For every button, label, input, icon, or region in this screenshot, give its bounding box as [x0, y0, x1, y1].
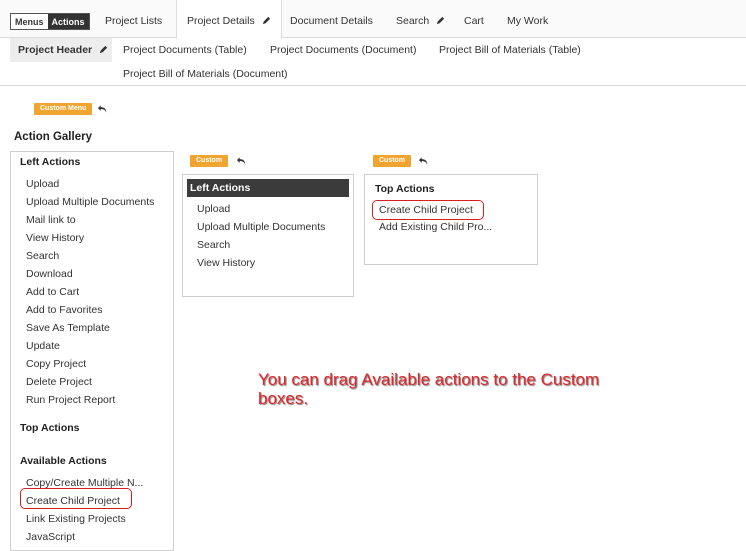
- gallery-left-action-item[interactable]: Run Project Report: [26, 394, 115, 406]
- custom-left-action-item[interactable]: Upload Multiple Documents: [197, 221, 325, 233]
- gallery-left-action-item[interactable]: Delete Project: [26, 376, 92, 388]
- available-action-item[interactable]: Link Existing Projects: [26, 513, 126, 525]
- action-gallery-title: Action Gallery: [14, 131, 92, 143]
- subnav-item-project-documents-table[interactable]: Project Documents (Table): [123, 44, 247, 56]
- gallery-left-action-item[interactable]: View History: [26, 232, 84, 244]
- gallery-left-action-item[interactable]: Add to Cart: [26, 286, 79, 298]
- gallery-left-action-item[interactable]: Upload: [26, 178, 59, 190]
- gallery-top-actions-heading: Top Actions: [20, 422, 80, 434]
- actions-toggle-option[interactable]: Actions: [47, 14, 89, 29]
- gallery-left-action-item[interactable]: Download: [26, 268, 73, 280]
- available-action-item[interactable]: JavaScript: [26, 531, 75, 543]
- subnav-item-project-bom-document[interactable]: Project Bill of Materials (Document): [123, 68, 288, 80]
- highlight-outline: [20, 488, 132, 509]
- custom-left-action-item[interactable]: Search: [197, 239, 230, 251]
- custom-left-actions-title: Left Actions: [187, 179, 349, 197]
- tab-search[interactable]: Search: [396, 0, 445, 38]
- gallery-left-action-item[interactable]: Save As Template: [26, 322, 110, 334]
- gallery-left-action-item[interactable]: Mail link to: [26, 214, 76, 226]
- gallery-available-actions-heading: Available Actions: [20, 455, 107, 467]
- tab-document-details[interactable]: Document Details: [290, 0, 373, 38]
- subnav-item-project-header[interactable]: Project Header: [10, 38, 112, 62]
- highlight-outline: [372, 200, 484, 220]
- pencil-icon[interactable]: [262, 16, 271, 25]
- custom-left-actions-box[interactable]: Left Actions Upload Upload Multiple Docu…: [182, 174, 354, 297]
- gallery-left-action-item[interactable]: Add to Favorites: [26, 304, 102, 316]
- reset-icon[interactable]: [236, 156, 247, 166]
- gallery-left-action-item[interactable]: Search: [26, 250, 59, 262]
- custom-badge: Custom: [373, 155, 412, 167]
- gallery-left-action-item[interactable]: Copy Project: [26, 358, 86, 370]
- menus-actions-toggle[interactable]: Menus Actions: [10, 13, 90, 30]
- reset-icon[interactable]: [97, 104, 108, 114]
- custom-menu-badge: Custom Menu: [34, 103, 93, 115]
- custom-left-action-item[interactable]: View History: [197, 257, 255, 269]
- subnav-item-project-bom-table[interactable]: Project Bill of Materials (Table): [439, 44, 581, 56]
- custom-badge: Custom: [190, 155, 229, 167]
- tab-project-details[interactable]: Project Details: [176, 0, 282, 39]
- tab-search-label: Search: [396, 15, 430, 27]
- tab-project-lists[interactable]: Project Lists: [105, 0, 162, 38]
- custom-left-action-item[interactable]: Upload: [197, 203, 230, 215]
- tab-my-work[interactable]: My Work: [507, 0, 548, 38]
- menus-toggle-option[interactable]: Menus: [11, 14, 48, 29]
- reset-icon[interactable]: [418, 156, 429, 166]
- subnav-item-project-documents-document[interactable]: Project Documents (Document): [270, 44, 416, 56]
- callout-text: You can drag Available actions to the Cu…: [258, 370, 600, 408]
- top-nav-bar: Menus Actions Project Lists Project Deta…: [0, 0, 746, 39]
- pencil-icon[interactable]: [436, 16, 445, 25]
- subnav-item-label: Project Header: [18, 44, 93, 56]
- gallery-left-action-item[interactable]: Upload Multiple Documents: [26, 196, 154, 208]
- gallery-left-action-item[interactable]: Update: [26, 340, 60, 352]
- pencil-icon[interactable]: [99, 45, 108, 54]
- gallery-left-actions-heading: Left Actions: [20, 156, 81, 168]
- custom-top-actions-title: Top Actions: [375, 183, 435, 195]
- custom-top-action-item[interactable]: Add Existing Child Pro...: [379, 221, 492, 233]
- sub-nav: Project Header Project Documents (Table)…: [0, 38, 746, 86]
- tab-cart[interactable]: Cart: [464, 0, 484, 38]
- tab-project-details-label: Project Details: [187, 15, 255, 27]
